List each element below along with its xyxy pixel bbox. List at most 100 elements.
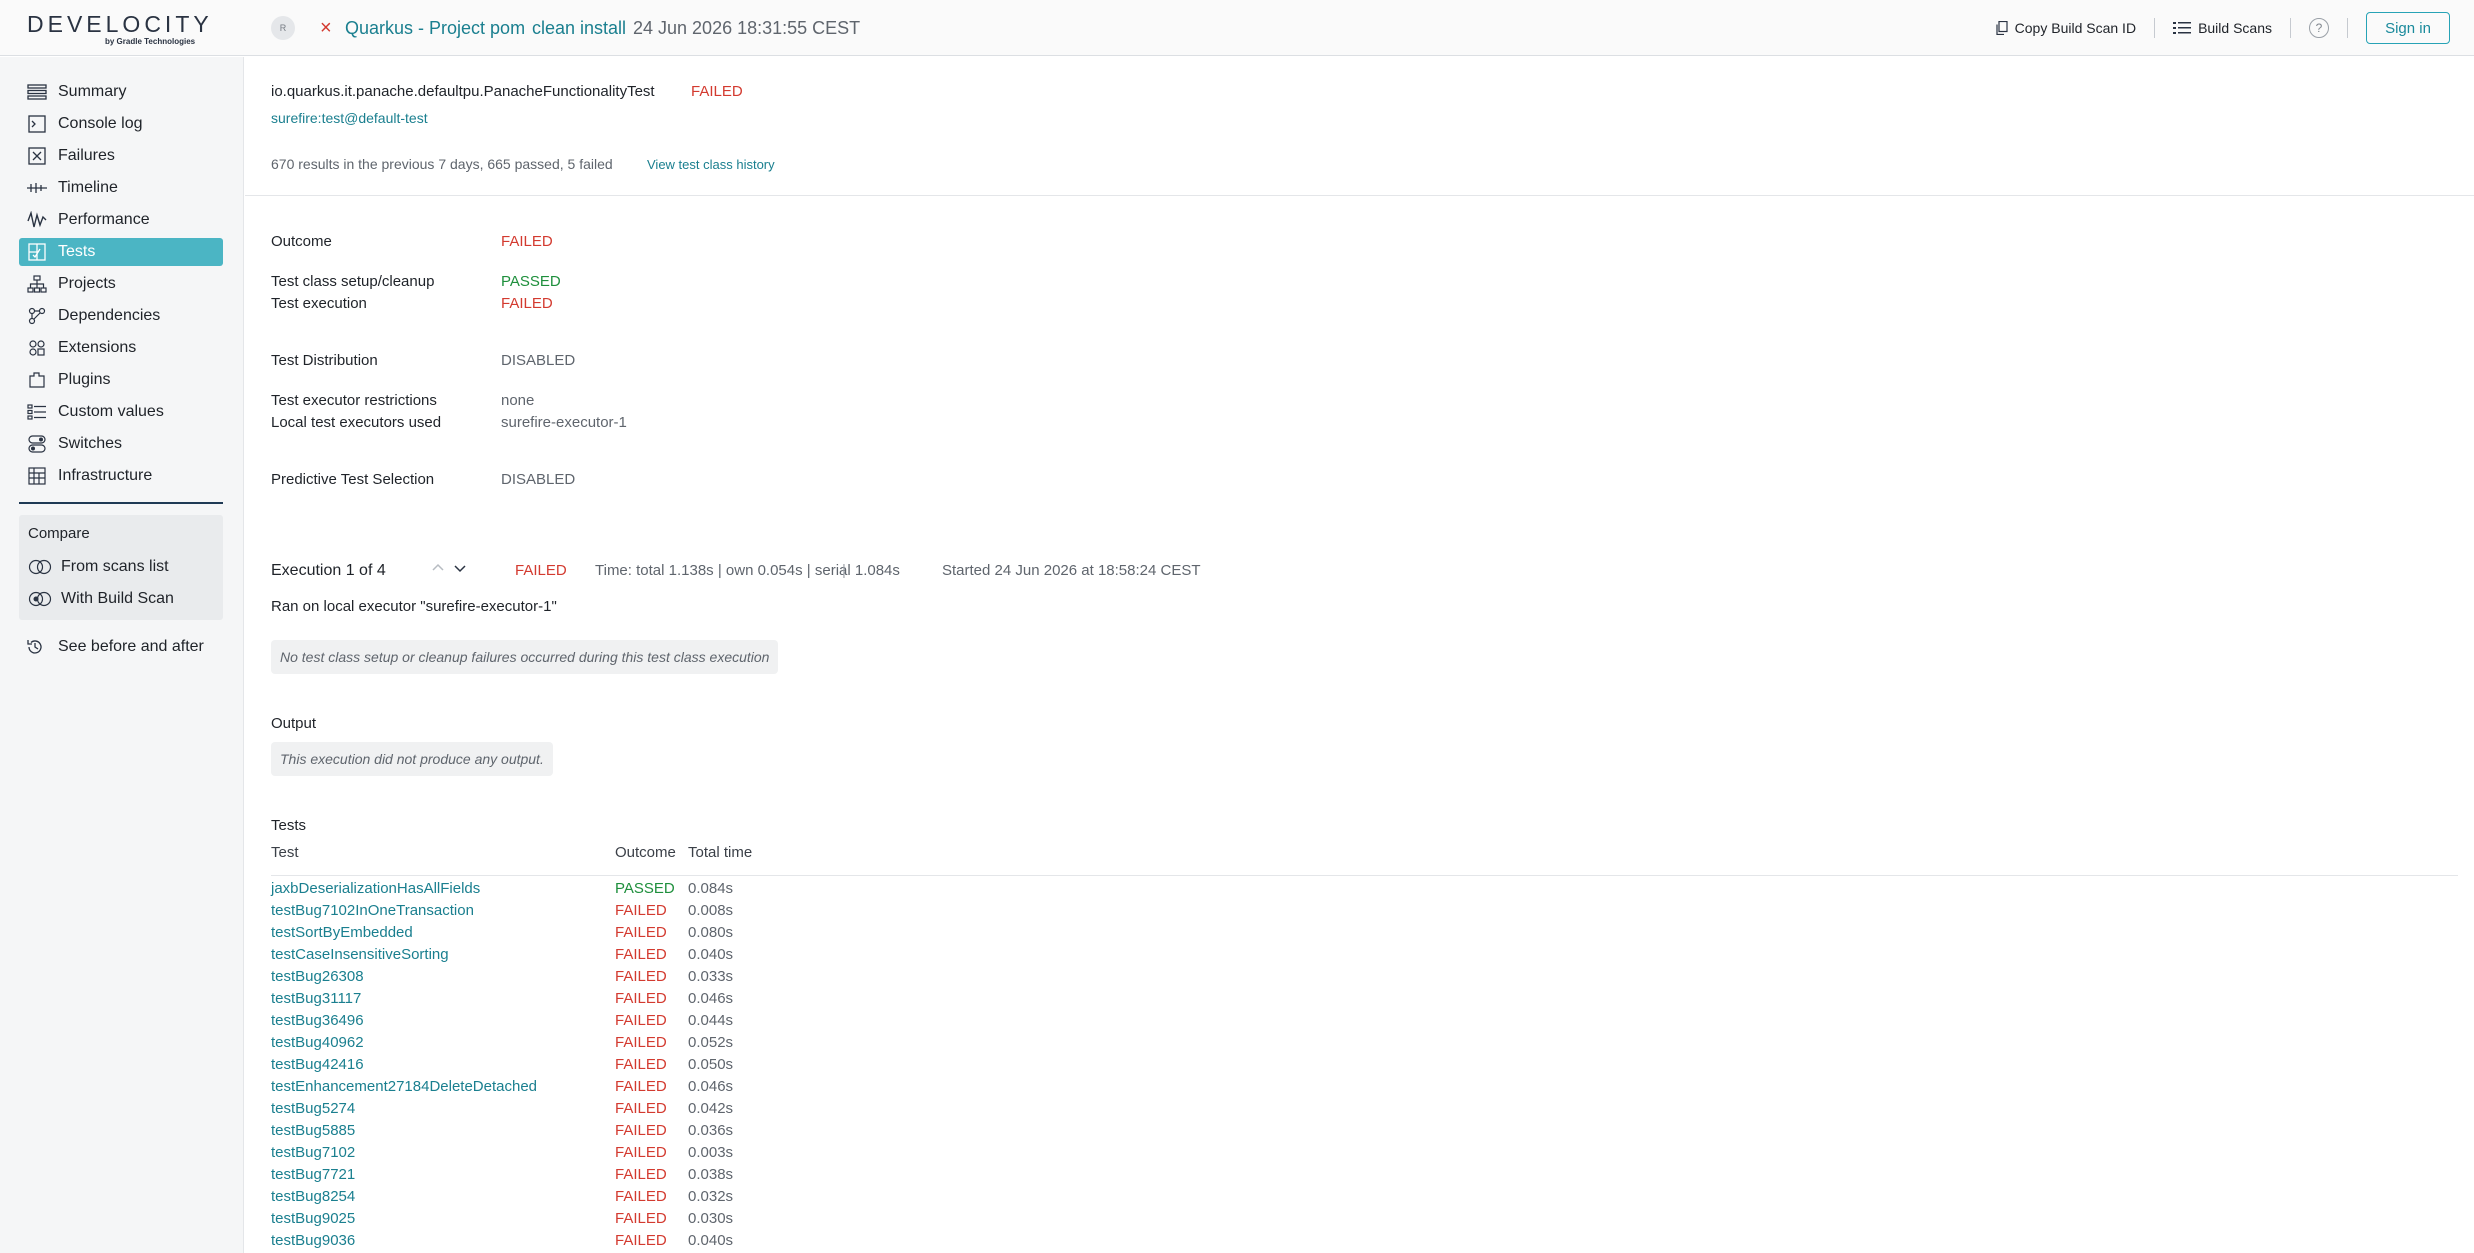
outcome-value: FAILED xyxy=(501,233,553,250)
sidebar-item-label: Timeline xyxy=(58,179,118,196)
executor-restrictions-label: Test executor restrictions xyxy=(271,392,437,409)
history-summary: 670 results in the previous 7 days, 665 … xyxy=(271,156,613,172)
sidebar-item-failures[interactable]: Failures xyxy=(19,142,223,170)
compare-from-scans-list-button[interactable]: From scans list xyxy=(28,555,169,579)
sidebar-item-timeline[interactable]: Timeline xyxy=(19,174,223,202)
build-goal[interactable]: clean install xyxy=(532,16,626,40)
test-total-time: 0.080s xyxy=(688,924,734,941)
sign-in-button[interactable]: Sign in xyxy=(2366,12,2450,44)
compare-panel: Compare From scans list With Build Scan xyxy=(19,515,223,620)
build-scans-button[interactable]: Build Scans xyxy=(2173,16,2272,40)
sidebar-item-tests[interactable]: Tests xyxy=(19,238,223,266)
history-icon xyxy=(26,638,46,656)
test-total-time: 0.052s xyxy=(688,1034,734,1051)
plugins-icon xyxy=(26,370,48,390)
performance-icon xyxy=(26,210,48,230)
sidebar-item-summary[interactable]: Summary xyxy=(19,78,223,106)
test-total-time: 0.040s xyxy=(688,1232,734,1249)
sidebar-item-console-log[interactable]: Console log xyxy=(19,110,223,138)
help-icon[interactable]: ? xyxy=(2309,18,2329,38)
sidebar-item-custom-values[interactable]: Custom values xyxy=(19,398,223,426)
test-name-link[interactable]: testBug7102InOneTransaction xyxy=(271,902,474,919)
sidebar-item-projects[interactable]: Projects xyxy=(19,270,223,298)
custom-values-icon xyxy=(26,402,48,422)
test-name-link[interactable]: testEnhancement27184DeleteDetached xyxy=(271,1078,537,1095)
develocity-logo[interactable]: DEVELOCITY by Gradle Technologies xyxy=(27,11,213,46)
test-outcome: FAILED xyxy=(615,1166,667,1183)
test-name-link[interactable]: testBug9036 xyxy=(271,1232,355,1249)
setup-cleanup-value: PASSED xyxy=(501,273,561,290)
tests-icon xyxy=(26,242,48,262)
sidebar-item-label: Performance xyxy=(58,211,150,228)
test-outcome: FAILED xyxy=(615,946,667,963)
project-name[interactable]: Quarkus - Project pom xyxy=(345,16,525,40)
test-class-name: io.quarkus.it.panache.defaultpu.PanacheF… xyxy=(271,83,655,100)
logo-text: DEVELOCITY xyxy=(27,11,213,37)
test-total-time: 0.042s xyxy=(688,1100,734,1117)
view-test-class-history-link[interactable]: View test class history xyxy=(647,157,775,172)
test-outcome: FAILED xyxy=(615,1034,667,1051)
test-outcome: FAILED xyxy=(615,1100,667,1117)
sidebar-item-extensions[interactable]: Extensions xyxy=(19,334,223,362)
sidebar-item-label: Dependencies xyxy=(58,307,161,324)
test-name-link[interactable]: testCaseInsensitiveSorting xyxy=(271,946,449,963)
column-header-total-time[interactable]: Total time xyxy=(688,844,752,861)
test-execution-value: FAILED xyxy=(501,295,553,312)
failures-icon xyxy=(26,146,48,166)
test-outcome: FAILED xyxy=(615,924,667,941)
test-name-link[interactable]: testBug40962 xyxy=(271,1034,364,1051)
sidebar-item-switches[interactable]: Switches xyxy=(19,430,223,458)
test-name-link[interactable]: testBug5274 xyxy=(271,1100,355,1117)
task-link[interactable]: surefire:test@default-test xyxy=(271,110,428,126)
test-outcome: FAILED xyxy=(615,1144,667,1161)
divider xyxy=(2347,18,2348,38)
test-name-link[interactable]: testBug7102 xyxy=(271,1144,355,1161)
sidebar-item-label: Infrastructure xyxy=(58,467,153,484)
test-name-link[interactable]: testSortByEmbedded xyxy=(271,924,413,941)
test-total-time: 0.044s xyxy=(688,1012,734,1029)
column-header-test[interactable]: Test xyxy=(271,844,299,861)
test-name-link[interactable]: testBug31117 xyxy=(271,990,361,1007)
test-name-link[interactable]: testBug36496 xyxy=(271,1012,364,1029)
test-name-link[interactable]: testBug42416 xyxy=(271,1056,364,1073)
sidebar-item-dependencies[interactable]: Dependencies xyxy=(19,302,223,330)
tests-title: Tests xyxy=(271,817,307,834)
compare-with-build-scan-label: With Build Scan xyxy=(61,590,174,607)
previous-execution-button[interactable] xyxy=(431,561,445,579)
test-outcome: FAILED xyxy=(615,1012,667,1029)
sidebar-item-performance[interactable]: Performance xyxy=(19,206,223,234)
compare-from-scans-list-label: From scans list xyxy=(61,558,169,575)
column-header-outcome[interactable]: Outcome xyxy=(615,844,676,861)
test-total-time: 0.084s xyxy=(688,880,734,897)
sidebar: Summary Console log Failures Timeline Pe… xyxy=(0,57,244,1253)
sidebar-divider xyxy=(19,502,223,504)
test-outcome: FAILED xyxy=(615,1210,667,1227)
compare-with-build-scan-button[interactable]: With Build Scan xyxy=(28,587,174,611)
table-header-divider xyxy=(271,875,2458,876)
sidebar-item-label: Console log xyxy=(58,115,143,132)
divider xyxy=(2290,18,2291,38)
sidebar-item-infrastructure[interactable]: Infrastructure xyxy=(19,462,223,490)
next-execution-button[interactable] xyxy=(453,561,467,579)
sidebar-item-plugins[interactable]: Plugins xyxy=(19,366,223,394)
setup-cleanup-label: Test class setup/cleanup xyxy=(271,273,435,290)
test-total-time: 0.046s xyxy=(688,1078,734,1095)
predictive-test-selection-label: Predictive Test Selection xyxy=(271,471,435,488)
test-name-link[interactable]: jaxbDeserializationHasAllFields xyxy=(271,880,480,897)
test-outcome: FAILED xyxy=(615,1056,667,1073)
sidebar-item-label: Failures xyxy=(58,147,115,164)
copy-build-scan-id-button[interactable]: Copy Build Scan ID xyxy=(1996,16,2136,40)
infrastructure-icon xyxy=(26,466,48,486)
test-name-link[interactable]: testBug8254 xyxy=(271,1188,355,1205)
see-before-and-after-button[interactable]: See before and after xyxy=(26,635,204,659)
test-name-link[interactable]: testBug7721 xyxy=(271,1166,355,1183)
test-name-link[interactable]: testBug9025 xyxy=(271,1210,355,1227)
test-outcome: FAILED xyxy=(615,990,667,1007)
avatar[interactable]: R xyxy=(271,16,295,40)
build-date: 24 Jun 2026 18:31:55 CEST xyxy=(633,18,861,38)
projects-icon xyxy=(26,274,48,294)
test-name-link[interactable]: testBug5885 xyxy=(271,1122,355,1139)
sidebar-item-label: Switches xyxy=(58,435,123,452)
test-name-link[interactable]: testBug26308 xyxy=(271,968,364,985)
test-total-time: 0.003s xyxy=(688,1144,734,1161)
